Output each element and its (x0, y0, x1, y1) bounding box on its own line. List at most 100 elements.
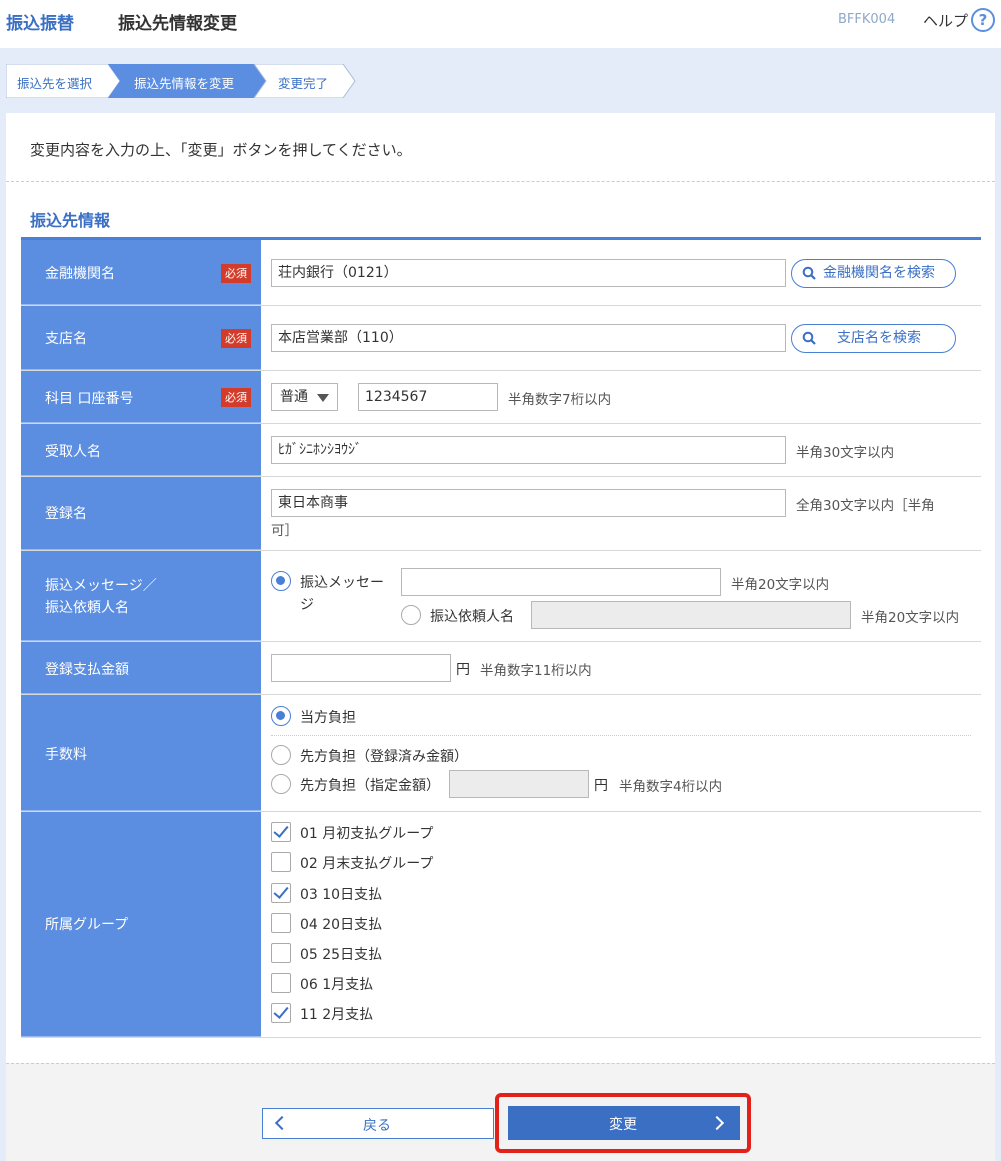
requester-input[interactable] (531, 601, 851, 629)
header-bar: 振込振替 振込先情報変更 BFFK004 ヘルプ ? (0, 0, 1001, 48)
message-input[interactable] (401, 568, 721, 596)
group-label: 04 20日支払 (300, 917, 383, 933)
account-number-input[interactable]: 1234567 (358, 383, 498, 411)
message-hint: 半角20文字以内 (731, 577, 830, 593)
group-label: 11 2月支払 (300, 1007, 374, 1023)
message-radio[interactable] (271, 571, 291, 591)
row-reg-name: 登録名 東日本商事 全角30文字以内［半角 可］ (21, 477, 981, 551)
fee-payee-registered-label: 先方負担（登録済み金額） (300, 749, 468, 765)
label-cell: 手数料 (21, 695, 261, 811)
reg-name-input[interactable]: 東日本商事 (271, 489, 786, 517)
payee-label: 受取人名 (45, 444, 101, 460)
label-cell: 受取人名 (21, 424, 261, 476)
main-panel: 変更内容を入力の上、「変更」ボタンを押してください。 振込先情報 金融機関名 必… (6, 113, 995, 1161)
payee-input[interactable]: ﾋｶﾞｼﾆﾎﾝｼﾖｳｼﾞ (271, 436, 786, 464)
requester-radio[interactable] (401, 605, 421, 625)
row-fee: 手数料 当方負担 先方負担（登録済み金額） 先方負担（指定金額） 円 半角数字4… (21, 695, 981, 812)
group-checkbox[interactable] (271, 973, 291, 993)
chevron-down-icon (317, 394, 329, 402)
group-label: 02 月末支払グループ (300, 856, 434, 872)
step-complete: 変更完了 (278, 76, 329, 91)
account-type-value: 普通 (280, 389, 308, 405)
fee-payee-specified-radio[interactable] (271, 774, 291, 794)
button-area: 戻る 変更 (6, 1063, 995, 1161)
group-label: 05 25日支払 (300, 947, 383, 963)
row-bank: 金融機関名 必須 荘内銀行（0121） 金融機関名を検索 (21, 240, 981, 306)
help-link[interactable]: ヘルプ (923, 10, 968, 31)
group-checkbox[interactable] (271, 822, 291, 842)
search-icon (802, 266, 816, 280)
back-label: 戻る (363, 1118, 391, 1134)
group-checkbox[interactable] (271, 913, 291, 933)
account-type-select[interactable]: 普通 (271, 383, 338, 411)
group-checkbox[interactable] (271, 852, 291, 872)
highlight-box: 変更 (495, 1093, 751, 1153)
message-label-2: 振込依頼人名 (45, 600, 129, 616)
row-groups: 所属グループ 01 月初支払グループ 02 月末支払グループ 03 10日支払 … (21, 812, 981, 1038)
label-cell: 金融機関名 必須 (21, 240, 261, 305)
bank-search-button[interactable]: 金融機関名を検索 (791, 259, 956, 288)
divider (271, 735, 971, 736)
branch-search-label: 支店名を検索 (837, 330, 921, 346)
account-hint: 半角数字7桁以内 (508, 392, 612, 408)
requester-option-label: 振込依頼人名 (430, 609, 514, 625)
amount-input[interactable] (271, 654, 451, 682)
group-checkbox[interactable] (271, 943, 291, 963)
row-message: 振込メッセージ／ 振込依頼人名 振込メッセー ジ 半角20文字以内 振込依頼人名… (21, 551, 981, 642)
fee-unit: 円 (594, 778, 608, 794)
category-title: 振込振替 (6, 14, 74, 34)
page-title: 振込先情報変更 (118, 14, 237, 34)
change-label: 変更 (609, 1117, 637, 1133)
fee-payee-registered-radio[interactable] (271, 745, 291, 765)
requester-hint: 半角20文字以内 (861, 610, 960, 626)
required-badge: 必須 (221, 388, 251, 407)
help-icon[interactable]: ? (971, 8, 995, 32)
fee-self-radio[interactable] (271, 706, 291, 726)
screen-code: BFFK004 (838, 12, 896, 27)
back-button[interactable]: 戻る (262, 1108, 494, 1139)
group-checkbox[interactable] (271, 883, 291, 903)
chevron-left-icon (274, 1115, 290, 1131)
required-badge: 必須 (221, 329, 251, 348)
step-select: 振込先を選択 (17, 76, 93, 91)
instruction-text: 変更内容を入力の上、「変更」ボタンを押してください。 (30, 141, 412, 159)
fee-label: 手数料 (45, 747, 87, 763)
account-label: 科目 口座番号 (45, 391, 134, 407)
required-badge: 必須 (221, 264, 251, 283)
reg-name-hint-cont: 可］ (271, 523, 298, 539)
message-label-1: 振込メッセージ／ (45, 578, 157, 594)
reg-name-hint: 全角30文字以内［半角 (796, 498, 935, 514)
search-icon (802, 331, 816, 345)
label-cell: 科目 口座番号 必須 (21, 371, 261, 423)
message-option-label-2: ジ (300, 597, 314, 613)
row-payee: 受取人名 ﾋｶﾞｼﾆﾎﾝｼﾖｳｼﾞ 半角30文字以内 (21, 424, 981, 477)
bank-input[interactable]: 荘内銀行（0121） (271, 259, 786, 287)
branch-search-button[interactable]: 支店名を検索 (791, 324, 956, 353)
fee-amount-input[interactable] (449, 770, 589, 798)
branch-label: 支店名 (45, 331, 87, 347)
step-indicator: 振込先を選択 振込先情報を変更 変更完了 (6, 64, 358, 98)
branch-input[interactable]: 本店営業部（110） (271, 324, 786, 352)
row-branch: 支店名 必須 本店営業部（110） 支店名を検索 (21, 306, 981, 371)
fee-self-label: 当方負担 (300, 710, 356, 726)
bank-label: 金融機関名 (45, 266, 115, 282)
reg-name-label: 登録名 (45, 506, 87, 522)
payee-form: 金融機関名 必須 荘内銀行（0121） 金融機関名を検索 支店名 必須 本店営業… (21, 237, 981, 1038)
divider (6, 181, 995, 182)
chevron-right-icon (709, 1115, 725, 1131)
label-cell: 支店名 必須 (21, 306, 261, 370)
group-checkbox[interactable] (271, 1003, 291, 1023)
row-account: 科目 口座番号 必須 普通 1234567 半角数字7桁以内 (21, 371, 981, 424)
group-label: 06 1月支払 (300, 977, 374, 993)
message-option-label-1: 振込メッセー (300, 575, 384, 591)
row-amount: 登録支払金額 円 半角数字11桁以内 (21, 642, 981, 695)
fee-payee-specified-label: 先方負担（指定金額） (300, 778, 440, 794)
amount-hint: 半角数字11桁以内 (480, 663, 592, 679)
amount-label: 登録支払金額 (45, 662, 129, 678)
group-label: 01 月初支払グループ (300, 826, 434, 842)
label-cell: 登録名 (21, 477, 261, 550)
step-edit: 振込先情報を変更 (134, 76, 235, 91)
change-button[interactable]: 変更 (508, 1106, 740, 1140)
section-title: 振込先情報 (30, 211, 111, 230)
payee-hint: 半角30文字以内 (796, 445, 895, 461)
